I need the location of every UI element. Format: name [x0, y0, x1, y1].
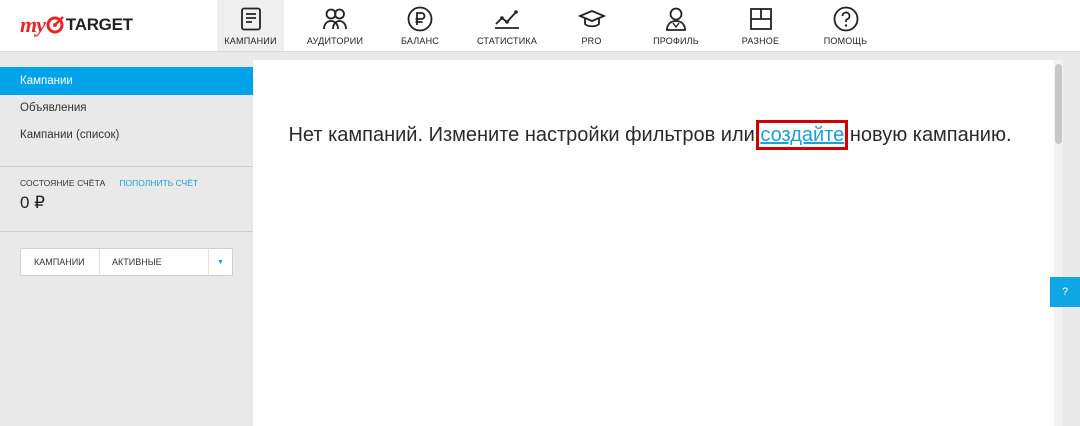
top-up-link[interactable]: ПОПОЛНИТЬ СЧЁТ	[119, 178, 198, 188]
sidebar-item-ads[interactable]: Объявления	[0, 95, 253, 122]
sidebar-divider	[0, 166, 253, 167]
filter-status[interactable]: АКТИВНЫЕ	[100, 249, 208, 275]
help-icon	[831, 6, 861, 32]
logo-target: TARGET	[65, 15, 133, 34]
nav-help[interactable]: ПОМОЩЬ	[792, 0, 899, 51]
target-logo-icon	[46, 16, 64, 34]
nav-profile[interactable]: ПРОФИЛЬ	[623, 0, 729, 51]
balance-label: СОСТОЯНИЕ СЧЁТА	[20, 178, 106, 188]
nav-label: СТАТИСТИКА	[476, 36, 538, 46]
sidebar-item-campaigns-list[interactable]: Кампании (список)	[0, 122, 253, 149]
nav-audiences[interactable]: АУДИТОРИИ	[284, 0, 386, 51]
nav-label: PRO	[581, 36, 602, 46]
balance-value: 0 ₽	[20, 193, 45, 212]
graduation-cap-icon	[577, 6, 607, 32]
empty-state-message: Нет кампаний. Измените настройки фильтро…	[253, 120, 1047, 150]
main-nav: КАМПАНИИ АУДИТОРИИ БАЛАНС СТАТИСТИКА PRO	[217, 0, 899, 51]
scrollbar[interactable]	[1054, 60, 1063, 426]
nav-label: РАЗНОЕ	[741, 36, 780, 46]
nav-pro[interactable]: PRO	[560, 0, 623, 51]
logo-my: my	[20, 12, 46, 37]
statistics-icon	[492, 6, 522, 32]
top-header: my TARGET КАМПАНИИ АУДИТОРИИ БАЛАНС СТАТ…	[0, 0, 1080, 52]
filter-type[interactable]: КАМПАНИИ	[21, 249, 100, 275]
chevron-down-icon[interactable]: ▼	[208, 249, 232, 275]
scrollbar-thumb[interactable]	[1055, 64, 1062, 144]
nav-label: ПОМОЩЬ	[823, 36, 868, 46]
ruble-icon	[405, 6, 435, 32]
empty-message-text-end: новую кампанию.	[844, 124, 1012, 146]
empty-message-text: Нет кампаний. Измените настройки фильтро…	[288, 124, 761, 146]
audiences-icon	[320, 6, 350, 32]
main-content: Нет кампаний. Измените настройки фильтро…	[253, 60, 1063, 426]
campaigns-icon	[236, 6, 266, 32]
nav-label: КАМПАНИИ	[224, 36, 277, 46]
sidebar-item-campaigns[interactable]: Кампании	[0, 67, 253, 95]
misc-icon	[746, 6, 776, 32]
create-campaign-link[interactable]: создайте	[756, 120, 849, 150]
nav-label: АУДИТОРИИ	[306, 36, 364, 46]
sidebar: Кампании Объявления Кампании (список) СО…	[0, 52, 253, 426]
sidebar-divider	[0, 231, 253, 232]
account-balance: СОСТОЯНИЕ СЧЁТА ПОПОЛНИТЬ СЧЁТ 0 ₽	[20, 178, 198, 213]
nav-label: БАЛАНС	[400, 36, 440, 46]
campaign-filter[interactable]: КАМПАНИИ АКТИВНЫЕ ▼	[20, 248, 233, 276]
nav-campaigns[interactable]: КАМПАНИИ	[217, 0, 284, 51]
mytarget-logo[interactable]: my TARGET	[20, 10, 133, 40]
nav-misc[interactable]: РАЗНОЕ	[729, 0, 792, 51]
nav-balance[interactable]: БАЛАНС	[386, 0, 454, 51]
profile-icon	[661, 6, 691, 32]
help-tab-button[interactable]: ?	[1050, 277, 1080, 307]
nav-statistics[interactable]: СТАТИСТИКА	[454, 0, 560, 51]
nav-label: ПРОФИЛЬ	[653, 36, 699, 46]
